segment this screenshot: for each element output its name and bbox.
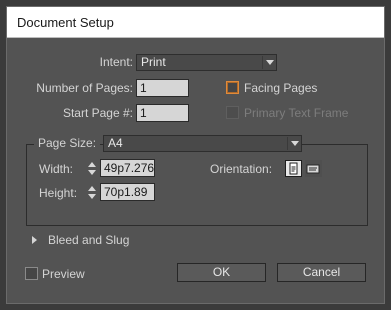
intent-select[interactable]: Print xyxy=(136,54,277,71)
height-input[interactable]: 70p1.89 xyxy=(100,183,155,201)
preview-label: Preview xyxy=(42,267,85,281)
orientation-label: Orientation: xyxy=(210,162,273,176)
dialog-title: Document Setup xyxy=(17,15,114,30)
number-of-pages-label: Number of Pages: xyxy=(36,81,133,95)
start-page-label: Start Page #: xyxy=(62,106,133,120)
number-of-pages-input[interactable]: 1 xyxy=(136,79,189,97)
chevron-down-icon xyxy=(287,137,300,150)
disclosure-triangle-icon[interactable] xyxy=(32,236,37,244)
stepper-down-icon xyxy=(88,194,96,199)
intent-value: Print xyxy=(141,55,166,69)
height-stepper[interactable] xyxy=(87,184,98,201)
document-setup-dialog: Document Setup Intent: Print Number of P… xyxy=(6,6,385,304)
intent-label: Intent: xyxy=(99,55,133,69)
page-size-value: A4 xyxy=(108,136,123,150)
stepper-down-icon xyxy=(88,170,96,175)
width-label: Width: xyxy=(39,162,74,176)
height-label: Height: xyxy=(39,186,78,200)
primary-text-frame-label: Primary Text Frame xyxy=(244,106,349,120)
portrait-page-icon[interactable] xyxy=(285,160,302,177)
preview-checkbox[interactable] xyxy=(25,267,38,280)
landscape-page-icon[interactable] xyxy=(305,160,322,177)
stepper-up-icon xyxy=(88,162,96,167)
facing-pages-checkbox[interactable] xyxy=(226,81,239,94)
landscape-page-icon-glyph xyxy=(306,164,320,174)
bleed-and-slug-label[interactable]: Bleed and Slug xyxy=(48,233,129,247)
title-bar: Document Setup xyxy=(7,7,384,38)
page-size-label: Page Size: xyxy=(34,136,101,150)
start-page-input[interactable]: 1 xyxy=(136,104,189,122)
cancel-button[interactable]: Cancel xyxy=(277,263,366,282)
page-size-select[interactable]: A4 xyxy=(103,135,302,152)
facing-pages-label: Facing Pages xyxy=(244,81,318,95)
chevron-down-icon xyxy=(262,56,275,69)
width-stepper[interactable] xyxy=(87,160,98,177)
stepper-up-icon xyxy=(88,186,96,191)
primary-text-frame-checkbox[interactable] xyxy=(226,106,239,119)
portrait-page-icon-glyph xyxy=(289,162,298,175)
width-input[interactable]: 49p7.276 xyxy=(100,159,155,177)
ok-button[interactable]: OK xyxy=(177,263,266,282)
page-size-group xyxy=(26,144,368,226)
